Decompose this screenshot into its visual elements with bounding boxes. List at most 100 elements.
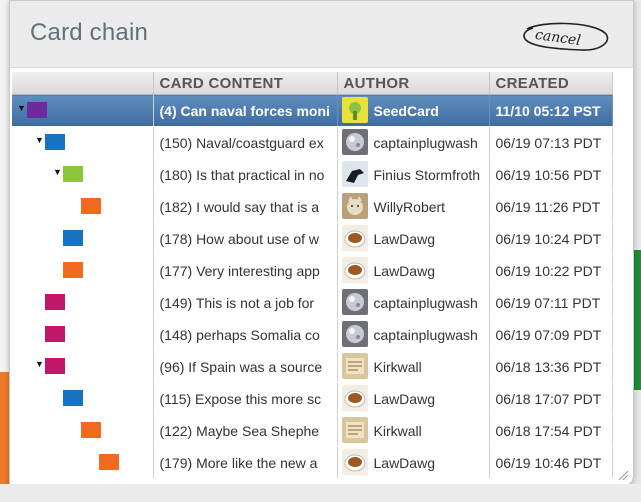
card-content-cell[interactable]: (182) I would say that is a xyxy=(153,190,338,223)
cat-avatar-icon xyxy=(341,193,368,219)
author-name: LawDawg xyxy=(373,230,435,247)
card-color-icon xyxy=(63,166,83,182)
silver-ornament-avatar-icon xyxy=(341,321,368,347)
author-name: captainplugwash xyxy=(373,326,478,343)
card-color-icon xyxy=(45,134,65,150)
author-cell[interactable]: LawDawg xyxy=(337,446,490,479)
seed-card-avatar-icon xyxy=(341,97,368,123)
author-cell[interactable]: WillyRobert xyxy=(337,190,490,223)
tree-cell: ▼ xyxy=(12,158,154,191)
card-color-icon xyxy=(27,102,47,118)
card-content-text: (149) This is not a job for xyxy=(159,294,315,311)
card-content-text: (4) Can naval forces moni xyxy=(159,102,330,119)
tea-cup-avatar-icon xyxy=(341,225,368,251)
tree-cell xyxy=(12,286,154,319)
table-row[interactable]: (179) More like the new a LawDawg 06/19 10… xyxy=(12,446,613,479)
author-cell[interactable]: Finius Stormfroth xyxy=(337,158,490,191)
card-chain-table: CARD CONTENT AUTHOR CREATED ▼ (4) Can nav… xyxy=(12,72,613,479)
card-content-cell[interactable]: (178) How about use of w xyxy=(153,222,338,255)
table-row[interactable]: (115) Expose this more sc LawDawg 06/18 17… xyxy=(12,382,613,415)
card-content-text: (180) Is that practical in no xyxy=(159,166,325,183)
table-row[interactable]: (148) perhaps Somalia co captainplugwash 0… xyxy=(12,318,613,351)
author-cell[interactable]: LawDawg xyxy=(337,222,490,255)
table-row[interactable]: ▼ (180) Is that practical in no Finius Sto… xyxy=(12,158,613,191)
created-cell: 11/10 05:12 PST xyxy=(489,94,613,127)
author-name: captainplugwash xyxy=(373,134,478,151)
card-content-text: (177) Very interesting app xyxy=(159,262,320,279)
expand-arrow-icon[interactable]: ▼ xyxy=(35,359,44,369)
card-color-icon xyxy=(63,230,83,246)
author-name: WillyRobert xyxy=(373,198,446,215)
tree-cell xyxy=(12,318,154,351)
created-cell: 06/19 07:11 PDT xyxy=(489,286,613,319)
card-color-icon xyxy=(99,454,119,470)
card-color-icon xyxy=(81,198,101,214)
author-cell[interactable]: captainplugwash xyxy=(337,286,490,319)
expand-arrow-icon[interactable]: ▼ xyxy=(17,103,26,113)
table-row[interactable]: ▼ (150) Naval/coastguard ex captainplugwas… xyxy=(12,126,613,159)
created-cell: 06/19 07:09 PDT xyxy=(489,318,613,351)
author-name: LawDawg xyxy=(373,262,435,279)
table-row[interactable]: ▼ (96) If Spain was a source Kirkwall 06/18… xyxy=(12,350,613,383)
tree-cell xyxy=(12,222,154,255)
card-content-cell[interactable]: (148) perhaps Somalia co xyxy=(153,318,338,351)
expand-arrow-icon[interactable]: ▼ xyxy=(53,167,62,177)
created-cell: 06/18 13:36 PDT xyxy=(489,350,613,383)
author-cell[interactable]: SeedCard xyxy=(337,94,490,127)
popup-title: Card chain xyxy=(30,19,149,46)
author-cell[interactable]: captainplugwash xyxy=(337,126,490,159)
created-cell: 06/19 11:26 PDT xyxy=(489,190,613,223)
card-content-cell[interactable]: (115) Expose this more sc xyxy=(153,382,338,415)
table-row[interactable]: ▼ (4) Can naval forces moni SeedCard 11/10 … xyxy=(12,94,613,127)
author-name: captainplugwash xyxy=(373,294,478,311)
tree-cell xyxy=(12,446,154,479)
author-name: LawDawg xyxy=(373,454,435,471)
document-avatar-icon xyxy=(341,417,368,443)
tree-cell xyxy=(12,190,154,223)
table-row[interactable]: (149) This is not a job for captainplugwa… xyxy=(12,286,613,319)
card-content-cell[interactable]: (177) Very interesting app xyxy=(153,254,338,287)
card-color-icon xyxy=(45,326,65,342)
author-name: Finius Stormfroth xyxy=(373,166,481,183)
silver-ornament-avatar-icon xyxy=(341,289,368,315)
author-cell[interactable]: captainplugwash xyxy=(337,318,490,351)
card-content-cell[interactable]: (4) Can naval forces moni xyxy=(153,94,338,127)
card-content-cell[interactable]: (180) Is that practical in no xyxy=(153,158,338,191)
table-row[interactable]: (178) How about use of w LawDawg 06/19 10:… xyxy=(12,222,613,255)
card-content-cell[interactable]: (149) This is not a job for xyxy=(153,286,338,319)
created-cell: 06/19 07:13 PDT xyxy=(489,126,613,159)
author-name: Kirkwall xyxy=(373,358,422,375)
table-header-row: CARD CONTENT AUTHOR CREATED xyxy=(12,72,613,95)
cancel-button[interactable]: cancel xyxy=(521,19,611,53)
expand-arrow-icon[interactable]: ▼ xyxy=(35,135,44,145)
card-color-icon xyxy=(63,390,83,406)
author-cell[interactable]: LawDawg xyxy=(337,254,490,287)
card-color-icon xyxy=(45,294,65,310)
author-cell[interactable]: Kirkwall xyxy=(337,414,490,447)
column-header-author[interactable]: AUTHOR xyxy=(337,72,490,95)
card-content-cell[interactable]: (122) Maybe Sea Shephe xyxy=(153,414,338,447)
column-header-card-content[interactable]: CARD CONTENT xyxy=(153,72,338,95)
column-header-created[interactable]: CREATED xyxy=(489,72,613,95)
card-content-cell[interactable]: (96) If Spain was a source xyxy=(153,350,338,383)
card-content-text: (182) I would say that is a xyxy=(159,198,320,215)
tea-cup-avatar-icon xyxy=(341,449,368,475)
tree-cell: ▼ xyxy=(12,350,154,383)
author-cell[interactable]: Kirkwall xyxy=(337,350,490,383)
author-cell[interactable]: LawDawg xyxy=(337,382,490,415)
resize-grip-icon[interactable] xyxy=(617,469,629,481)
author-name: Kirkwall xyxy=(373,422,422,439)
card-color-icon xyxy=(63,262,83,278)
created-cell: 06/18 17:07 PDT xyxy=(489,382,613,415)
card-content-text: (150) Naval/coastguard ex xyxy=(159,134,324,151)
table-row[interactable]: (177) Very interesting app LawDawg 06/19 1… xyxy=(12,254,613,287)
card-content-text: (148) perhaps Somalia co xyxy=(159,326,320,343)
card-content-cell[interactable]: (150) Naval/coastguard ex xyxy=(153,126,338,159)
torn-paper-edge xyxy=(0,484,641,502)
table-row[interactable]: (122) Maybe Sea Shephe Kirkwall 06/18 17:5… xyxy=(12,414,613,447)
created-cell: 06/19 10:56 PDT xyxy=(489,158,613,191)
created-cell: 06/19 10:24 PDT xyxy=(489,222,613,255)
card-content-cell[interactable]: (179) More like the new a xyxy=(153,446,338,479)
created-cell: 06/19 10:46 PDT xyxy=(489,446,613,479)
table-row[interactable]: (182) I would say that is a WillyRobert 06… xyxy=(12,190,613,223)
